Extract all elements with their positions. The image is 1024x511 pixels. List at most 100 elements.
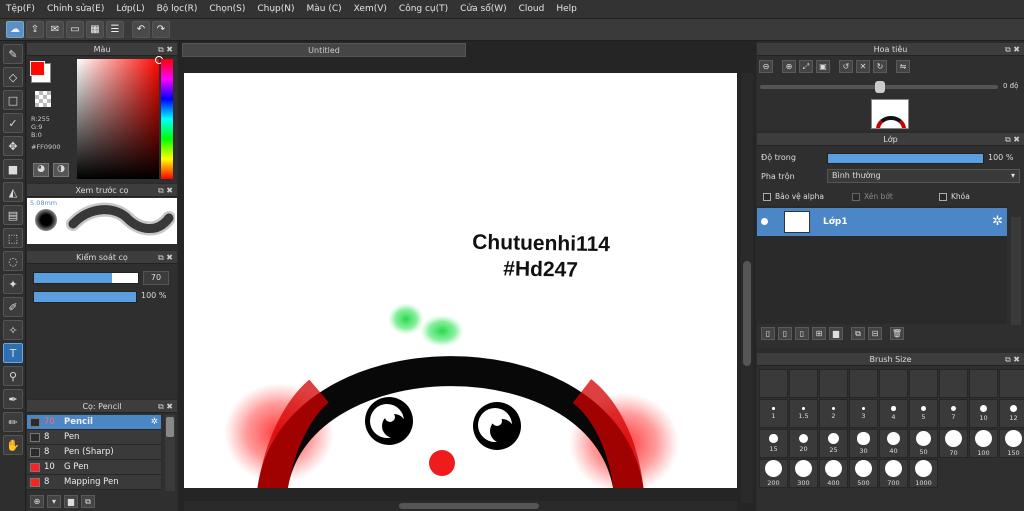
eyedropper-icon[interactable]: ✒ xyxy=(3,389,23,409)
brush-size-cell[interactable] xyxy=(789,369,818,398)
hue-slider[interactable] xyxy=(161,59,173,179)
lasso-tool-icon[interactable]: ◌ xyxy=(3,251,23,271)
menu-item[interactable]: Bộ lọc(R) xyxy=(151,4,204,14)
brush-size-value[interactable]: 70 xyxy=(143,271,169,285)
brush-size-cell[interactable]: 2 xyxy=(819,399,848,428)
actual-size-icon[interactable]: ▣ xyxy=(816,60,830,73)
merge-layer-icon[interactable]: ⊟ xyxy=(868,327,882,340)
brush-size-cell[interactable]: 3 xyxy=(849,399,878,428)
fit-icon[interactable]: ⤢ xyxy=(799,60,813,73)
panel-close-icon[interactable]: ⧉ ✖ xyxy=(158,184,173,197)
text-tool-icon[interactable]: T xyxy=(3,343,23,363)
panel-close-icon[interactable]: ⧉ ✖ xyxy=(158,43,173,56)
menu-item[interactable]: Cửa sổ(W) xyxy=(454,4,512,14)
undo-icon[interactable]: ↶ xyxy=(132,21,150,38)
brush-size-cell[interactable] xyxy=(939,369,968,398)
brush-size-cell[interactable]: 150 xyxy=(999,429,1024,458)
add-brush-icon[interactable]: ⊕ xyxy=(30,495,44,508)
new-layer-icon[interactable]: ▯ xyxy=(761,327,775,340)
duplicate-layer-icon[interactable]: ⧉ xyxy=(851,327,865,340)
navigator-thumbnail[interactable] xyxy=(871,99,909,129)
drawing-canvas[interactable]: Chutuenhi114 #Hd247 xyxy=(184,73,737,488)
brush-size-cell[interactable]: 1.5 xyxy=(789,399,818,428)
add-layer-menu-icon[interactable]: ⊞ xyxy=(812,327,826,340)
palette-icon[interactable]: ◕ xyxy=(33,163,49,177)
grid-icon[interactable]: ▦ xyxy=(86,21,104,38)
bucket-tool-icon[interactable]: ◭ xyxy=(3,182,23,202)
rotate-right-icon[interactable]: ↻ xyxy=(873,60,887,73)
brush-size-cell[interactable]: 25 xyxy=(819,429,848,458)
brush-size-cell[interactable]: 12 xyxy=(999,399,1024,428)
panel-close-icon[interactable]: ⧉ ✖ xyxy=(1005,43,1020,56)
brush-list-item[interactable]: 8 Pen xyxy=(27,430,161,445)
zoom-out-icon[interactable]: ⊖ xyxy=(759,60,773,73)
brush-list-item[interactable]: 10 G Pen xyxy=(27,460,161,475)
document-tab[interactable]: Untitled xyxy=(182,43,466,57)
layer-opacity-slider[interactable] xyxy=(827,153,984,164)
brush-list-scrollbar[interactable] xyxy=(165,415,175,491)
color-circle-icon[interactable]: ◑ xyxy=(53,163,69,177)
new-layer-8bit-icon[interactable]: ▯ xyxy=(778,327,792,340)
folder-icon[interactable]: ▆ xyxy=(829,327,843,340)
select-pen-icon[interactable]: ✐ xyxy=(3,297,23,317)
select-tool-icon[interactable]: ⬚ xyxy=(3,228,23,248)
canvas-vertical-scrollbar[interactable] xyxy=(741,73,753,503)
brush-size-cell[interactable]: 5 xyxy=(909,399,938,428)
rotate-left-icon[interactable]: ↺ xyxy=(839,60,853,73)
gradient-tool-icon[interactable]: ▤ xyxy=(3,205,23,225)
panel-close-icon[interactable]: ⧉ ✖ xyxy=(158,251,173,264)
brush-size-cell[interactable] xyxy=(909,369,938,398)
reset-rotation-icon[interactable]: ✕ xyxy=(856,60,870,73)
menu-item[interactable]: Chỉnh sửa(E) xyxy=(41,4,110,14)
menu-item[interactable]: Lớp(L) xyxy=(110,4,150,14)
brush-opacity-slider[interactable] xyxy=(33,291,137,303)
monitor-icon[interactable]: ▭ xyxy=(66,21,84,38)
primary-color-swatch[interactable] xyxy=(30,61,45,76)
new-layer-1bit-icon[interactable]: ▯ xyxy=(795,327,809,340)
brush-size-cell[interactable] xyxy=(969,369,998,398)
brush-list-item[interactable]: 8 Mapping Pen xyxy=(27,475,161,490)
brush-size-cell[interactable]: 30 xyxy=(849,429,878,458)
brush-size-cell[interactable]: 15 xyxy=(759,429,788,458)
delete-layer-icon[interactable]: 🗑 xyxy=(890,327,904,340)
brush-size-cell[interactable]: 10 xyxy=(969,399,998,428)
brush-size-cell[interactable] xyxy=(999,369,1024,398)
brush-menu-icon[interactable]: ▾ xyxy=(47,495,61,508)
brush-size-cell[interactable]: 7 xyxy=(939,399,968,428)
flip-icon[interactable]: ⇋ xyxy=(896,60,910,73)
select-eraser-icon[interactable]: ✧ xyxy=(3,320,23,340)
layer-scrollbar[interactable] xyxy=(1011,217,1021,325)
brush-size-cell[interactable]: 300 xyxy=(789,459,818,488)
brush-size-cell[interactable]: 500 xyxy=(849,459,878,488)
correction-tool-icon[interactable]: ✓ xyxy=(3,113,23,133)
brush-size-cell[interactable]: 40 xyxy=(879,429,908,458)
eye-icon[interactable] xyxy=(761,218,768,225)
brush-size-cell[interactable]: 1 xyxy=(759,399,788,428)
menu-item[interactable]: Công cụ(T) xyxy=(393,4,454,14)
export-icon[interactable]: ⇪ xyxy=(26,21,44,38)
zoom-in-icon[interactable]: ⊕ xyxy=(782,60,796,73)
brush-size-cell[interactable] xyxy=(759,369,788,398)
cloud-icon[interactable]: ☁ xyxy=(6,21,24,38)
layer-row[interactable]: Lớp1 ✲ xyxy=(757,208,1007,236)
brush-size-cell[interactable]: 700 xyxy=(879,459,908,488)
lock-checkbox[interactable]: Khóa xyxy=(939,192,970,201)
brush-size-cell[interactable] xyxy=(849,369,878,398)
folder-icon[interactable]: ▆ xyxy=(64,495,78,508)
eraser-tool-icon[interactable]: ◇ xyxy=(3,67,23,87)
protect-alpha-checkbox[interactable]: Bảo vệ alpha xyxy=(763,192,824,201)
gear-icon[interactable]: ✲ xyxy=(151,417,158,427)
transparent-color-swatch[interactable] xyxy=(35,91,51,107)
clipping-checkbox[interactable]: Xén bớt xyxy=(852,192,893,201)
brush-size-cell[interactable] xyxy=(879,369,908,398)
copy-icon[interactable]: ⧉ xyxy=(81,495,95,508)
brush-size-cell[interactable] xyxy=(819,369,848,398)
brush-size-slider[interactable] xyxy=(33,272,139,284)
brush-tool-icon[interactable]: ✎ xyxy=(3,44,23,64)
menu-item[interactable]: Màu (C) xyxy=(301,4,348,14)
brush-size-cell[interactable]: 70 xyxy=(939,429,968,458)
brush-size-cell[interactable]: 200 xyxy=(759,459,788,488)
brush-size-cell[interactable]: 50 xyxy=(909,429,938,458)
shape-tool-icon[interactable]: □ xyxy=(3,90,23,110)
color-square[interactable] xyxy=(77,56,163,179)
